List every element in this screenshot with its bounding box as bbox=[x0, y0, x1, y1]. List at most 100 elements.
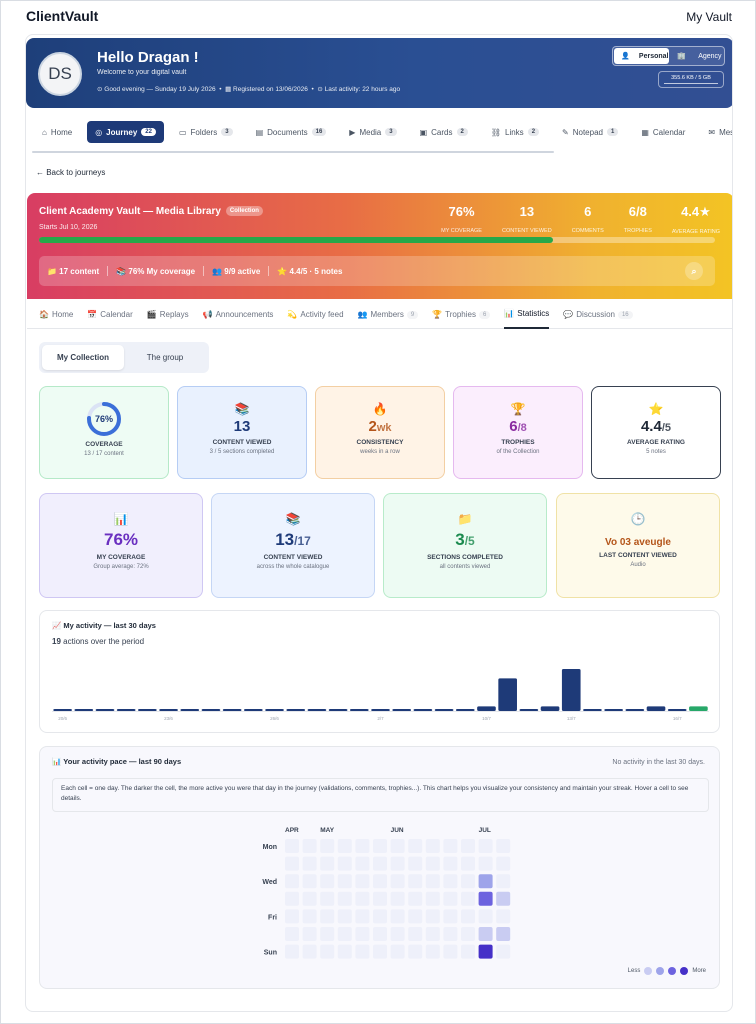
heatmap-cell[interactable] bbox=[355, 909, 370, 924]
stat-card-last-content-viewed[interactable]: 🕒 Vo 03 aveugle Last content viewed Audio bbox=[556, 493, 720, 598]
heatmap-cell[interactable] bbox=[320, 856, 335, 871]
heatmap-cell[interactable] bbox=[285, 874, 299, 889]
tab-media[interactable]: ▶ Media 3 bbox=[341, 121, 404, 143]
heatmap-cell[interactable] bbox=[355, 874, 370, 889]
heatmap-cell[interactable] bbox=[285, 909, 299, 924]
tab-notepad[interactable]: ✎ Notepad 1 bbox=[554, 121, 626, 143]
heatmap-cell[interactable] bbox=[408, 891, 423, 906]
heatmap-cell[interactable] bbox=[496, 927, 511, 941]
heatmap-cell[interactable] bbox=[496, 909, 511, 924]
activity-bar[interactable] bbox=[667, 709, 687, 711]
activity-bar[interactable] bbox=[244, 709, 263, 711]
activity-bar[interactable] bbox=[540, 706, 560, 711]
heatmap-cell[interactable] bbox=[478, 874, 493, 889]
activity-bar[interactable] bbox=[159, 709, 178, 711]
mode-agency-button[interactable]: 🏢 Agency bbox=[669, 48, 724, 64]
tab-links[interactable]: ⛓ Links 2 bbox=[483, 121, 547, 143]
heatmap-cell[interactable] bbox=[337, 874, 352, 889]
heatmap-cell[interactable] bbox=[390, 944, 405, 959]
heatmap-cell[interactable] bbox=[461, 944, 475, 959]
heatmap-cell[interactable] bbox=[337, 839, 352, 853]
heatmap-cell[interactable] bbox=[373, 944, 387, 959]
subtab-trophies[interactable]: 🏆 Trophies 6 bbox=[432, 301, 491, 329]
heatmap-cell[interactable] bbox=[355, 891, 370, 906]
heatmap-cell[interactable] bbox=[478, 856, 493, 871]
heatmap-cell[interactable] bbox=[355, 856, 370, 871]
heatmap-cell[interactable] bbox=[320, 874, 335, 889]
heatmap-cell[interactable] bbox=[390, 927, 405, 941]
heatmap-cell[interactable] bbox=[302, 891, 317, 906]
heatmap-cell[interactable] bbox=[461, 874, 475, 889]
heatmap-cell[interactable] bbox=[320, 944, 335, 959]
activity-bar[interactable] bbox=[95, 709, 115, 711]
heatmap-cell[interactable] bbox=[443, 909, 458, 924]
heatmap-cell[interactable] bbox=[443, 891, 458, 906]
heatmap-cell[interactable] bbox=[355, 839, 370, 853]
heatmap-cell[interactable] bbox=[408, 874, 423, 889]
heatmap-cell[interactable] bbox=[425, 909, 440, 924]
activity-bar[interactable] bbox=[434, 709, 454, 711]
heatmap-cell[interactable] bbox=[390, 874, 405, 889]
activity-bar[interactable] bbox=[519, 709, 539, 711]
heatmap-cell[interactable] bbox=[408, 839, 423, 853]
my-collection-toggle[interactable]: My Collection bbox=[42, 345, 124, 370]
activity-bar[interactable] bbox=[74, 709, 94, 711]
subtab-statistics[interactable]: 📊 Statistics bbox=[504, 301, 550, 329]
activity-bar[interactable] bbox=[180, 709, 200, 711]
heatmap-cell[interactable] bbox=[285, 944, 299, 959]
heatmap-cell[interactable] bbox=[408, 909, 423, 924]
activity-bar[interactable] bbox=[646, 706, 666, 711]
tab-messages[interactable]: ✉Messages bbox=[700, 121, 732, 143]
heatmap-cell[interactable] bbox=[496, 891, 511, 906]
activity-bar[interactable] bbox=[201, 709, 221, 711]
heatmap-cell[interactable] bbox=[443, 944, 458, 959]
tabs-scrollbar[interactable] bbox=[32, 151, 554, 153]
stat-card-sections-completed[interactable]: 📁 3/5 Sections completed all contents viewe… bbox=[383, 493, 547, 598]
heatmap-cell[interactable] bbox=[425, 944, 440, 959]
heatmap-cell[interactable] bbox=[337, 856, 352, 871]
stat-card-consistency[interactable]: 🔥 2wk Consistency weeks in a row bbox=[315, 386, 445, 479]
heatmap-cell[interactable] bbox=[496, 856, 511, 871]
stat-card-coverage[interactable]: 76% Coverage 13 / 17 content bbox=[39, 386, 169, 479]
activity-bar[interactable] bbox=[116, 709, 136, 711]
activity-bar[interactable] bbox=[583, 709, 602, 711]
heatmap-cell[interactable] bbox=[302, 909, 317, 924]
heatmap-cell[interactable] bbox=[337, 909, 352, 924]
heatmap-cell[interactable] bbox=[337, 944, 352, 959]
heatmap-cell[interactable] bbox=[496, 944, 511, 959]
heatmap-cell[interactable] bbox=[443, 839, 458, 853]
heatmap-cell[interactable] bbox=[373, 874, 387, 889]
heatmap-cell[interactable] bbox=[390, 856, 405, 871]
heatmap-cell[interactable] bbox=[443, 927, 458, 941]
heatmap-cell[interactable] bbox=[496, 874, 511, 889]
subtab-replays[interactable]: 🎬 Replays bbox=[147, 301, 189, 329]
heatmap-cell[interactable] bbox=[302, 856, 317, 871]
heatmap-cell[interactable] bbox=[390, 891, 405, 906]
activity-bar[interactable] bbox=[349, 709, 369, 711]
subtab-home[interactable]: 🏠 Home bbox=[39, 301, 73, 329]
activity-bar[interactable] bbox=[498, 678, 517, 711]
stat-card-content-viewed[interactable]: 📚 13/17 Content viewed across the whole cat… bbox=[211, 493, 375, 598]
activity-bar[interactable] bbox=[328, 709, 348, 711]
heatmap-cell[interactable] bbox=[461, 891, 475, 906]
activity-bar[interactable] bbox=[477, 706, 496, 711]
heatmap-cell[interactable] bbox=[302, 839, 317, 853]
heatmap-cell[interactable] bbox=[320, 839, 335, 853]
activity-bar[interactable] bbox=[561, 669, 581, 711]
activity-bar[interactable] bbox=[392, 709, 412, 711]
stat-card-content-viewed[interactable]: 📚 13 Content viewed 3 / 5 sections complete… bbox=[177, 386, 307, 479]
heatmap-cell[interactable] bbox=[443, 874, 458, 889]
activity-bar[interactable] bbox=[689, 706, 708, 711]
heatmap-cell[interactable] bbox=[373, 909, 387, 924]
heatmap-cell[interactable] bbox=[425, 874, 440, 889]
heatmap-cell[interactable] bbox=[478, 927, 493, 941]
heatmap-cell[interactable] bbox=[285, 891, 299, 906]
heatmap-cell[interactable] bbox=[302, 944, 317, 959]
heatmap-cell[interactable] bbox=[285, 839, 299, 853]
tab-documents[interactable]: ▤ Documents 16 bbox=[248, 121, 335, 143]
stat-card-average-rating[interactable]: ⭐ 4.4/5 Average rating 5 notes bbox=[591, 386, 721, 479]
heatmap-cell[interactable] bbox=[355, 927, 370, 941]
activity-bar[interactable] bbox=[604, 709, 623, 711]
activity-bar[interactable] bbox=[413, 709, 433, 711]
heatmap-cell[interactable] bbox=[390, 909, 405, 924]
